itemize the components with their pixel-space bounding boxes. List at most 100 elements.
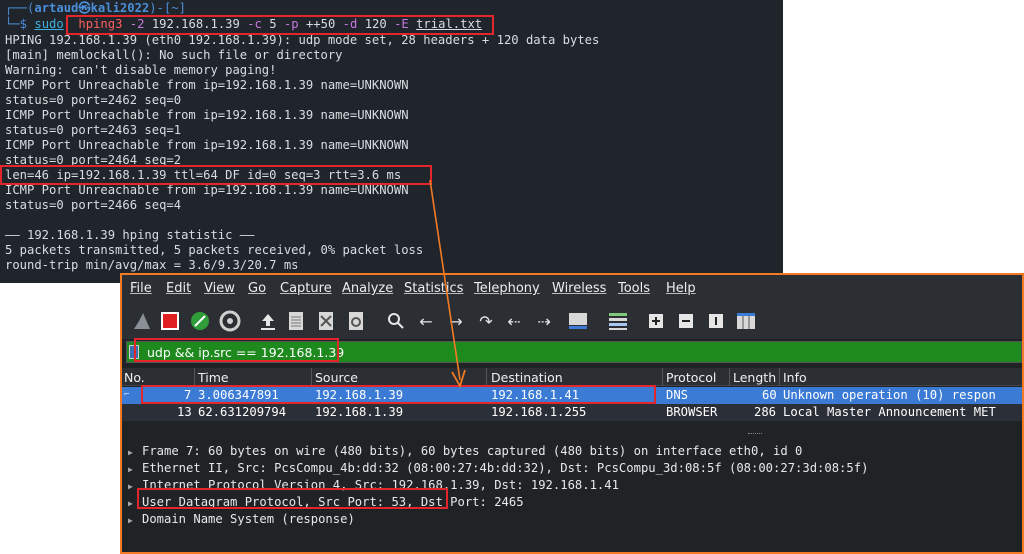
column-divider[interactable] <box>662 368 663 386</box>
wireshark-window[interactable]: File Edit View Go Capture Analyze Statis… <box>120 273 1024 554</box>
related-packet-indicator-icon: ⌐ <box>124 390 130 400</box>
expand-triangle-icon[interactable]: ▶ <box>128 496 136 512</box>
cmd-flag-data: -d <box>342 17 358 31</box>
detail-row-dns[interactable]: ▶ Domain Name System (response) <box>128 511 355 527</box>
menu-analyze[interactable]: Analyze <box>342 281 393 296</box>
bookmark-icon[interactable] <box>129 345 139 359</box>
column-divider[interactable] <box>486 368 487 386</box>
colorize-icon[interactable] <box>606 309 630 333</box>
output-line: HPING 192.168.1.39 (eth0 192.168.1.39): … <box>5 33 600 47</box>
pane-splitter[interactable] <box>122 425 1022 435</box>
menu-go[interactable]: Go <box>248 281 266 296</box>
packet-destination: 192.168.1.255 <box>491 405 587 419</box>
menu-statistics[interactable]: Statistics <box>404 281 463 296</box>
output-line-rtt: round-trip min/avg/max = 3.6/9.3/20.7 ms <box>5 258 299 272</box>
column-header-source[interactable]: Source <box>315 370 358 385</box>
detail-row-udp[interactable]: ▶ User Datagram Protocol, Src Port: 53, D… <box>128 494 524 510</box>
column-header-info[interactable]: Info <box>783 370 807 385</box>
column-divider[interactable] <box>779 368 780 386</box>
open-upload-icon[interactable] <box>256 309 280 333</box>
packet-source: 192.168.1.39 <box>315 405 404 419</box>
output-line: status=0 port=2466 seq=4 <box>5 198 182 212</box>
menu-bar: File Edit View Go Capture Analyze Statis… <box>122 275 1022 303</box>
display-filter-input[interactable]: udp && ip.src == 192.168.1.39 <box>147 345 344 360</box>
menu-file[interactable]: File <box>130 281 152 296</box>
packet-list-header: No. Time Source Destination Protocol Len… <box>122 368 1022 386</box>
cmd-file-name: trial.txt <box>416 17 483 31</box>
packet-row-selected[interactable]: ⌐ 7 3.006347891 192.168.1.39 192.168.1.4… <box>122 387 1022 404</box>
prompt-user: artaud㉿kali2022 <box>34 1 150 15</box>
output-line: ICMP Port Unreachable from ip=192.168.1.… <box>5 183 409 197</box>
output-line: status=0 port=2462 seq=0 <box>5 93 182 107</box>
reload-icon[interactable] <box>344 309 368 333</box>
menu-wireless[interactable]: Wireless <box>552 281 606 296</box>
packet-protocol: DNS <box>666 388 689 402</box>
close-file-icon[interactable] <box>314 309 338 333</box>
cmd-flag-count: -c <box>247 17 262 31</box>
output-line-reply: len=46 ip=192.168.1.39 ttl=64 DF id=0 se… <box>5 168 402 182</box>
cmd-data-value: 120 <box>364 17 387 31</box>
detail-row-ipv4[interactable]: ▶ Internet Protocol Version 4, Src: 192.1… <box>128 477 619 493</box>
forward-arrow-icon[interactable]: → <box>444 309 468 333</box>
autoscroll-icon[interactable] <box>566 309 590 333</box>
menu-help[interactable]: Help <box>666 281 696 296</box>
packet-time: 3.006347891 <box>198 388 279 402</box>
column-header-length[interactable]: Length <box>733 370 776 385</box>
shark-fin-start-icon[interactable] <box>130 309 154 333</box>
last-packet-icon[interactable]: ⇢ <box>532 309 556 333</box>
cmd-sudo: sudo <box>34 17 64 31</box>
expand-triangle-icon[interactable]: ▶ <box>128 462 136 478</box>
first-packet-icon[interactable]: ⇠ <box>502 309 526 333</box>
cmd-count-value: 5 <box>269 17 277 31</box>
file-icon[interactable] <box>284 309 308 333</box>
column-header-destination[interactable]: Destination <box>491 370 563 385</box>
resize-columns-icon[interactable] <box>734 309 758 333</box>
menu-capture[interactable]: Capture <box>280 281 332 296</box>
normal-size-icon[interactable] <box>704 309 728 333</box>
go-to-packet-icon[interactable]: ↷ <box>474 309 498 333</box>
output-line: status=0 port=2463 seq=1 <box>5 123 182 137</box>
packet-details-pane[interactable]: ▶ Frame 7: 60 bytes on wire (480 bits), 6… <box>122 438 1022 552</box>
display-filter-bar[interactable]: udp && ip.src == 192.168.1.39 <box>126 341 1022 363</box>
packet-time: 62.631209794 <box>198 405 287 419</box>
detail-text: Internet Protocol Version 4, Src: 192.16… <box>142 478 619 492</box>
detail-row-frame[interactable]: ▶ Frame 7: 60 bytes on wire (480 bits), 6… <box>128 443 802 459</box>
options-gear-icon[interactable] <box>218 309 242 333</box>
column-divider[interactable] <box>729 368 730 386</box>
output-line: Warning: can't disable memory paging! <box>5 63 277 77</box>
cmd-hping3: hping3 <box>78 17 123 31</box>
stop-icon[interactable] <box>158 309 182 333</box>
column-header-protocol[interactable]: Protocol <box>666 370 716 385</box>
output-line: ICMP Port Unreachable from ip=192.168.1.… <box>5 78 409 92</box>
zoom-out-icon[interactable] <box>674 309 698 333</box>
cmd-flag-port: -p <box>283 17 299 31</box>
packet-no: 7 <box>184 388 192 402</box>
expand-triangle-icon[interactable]: ▶ <box>128 445 136 461</box>
expand-triangle-icon[interactable]: ▶ <box>128 513 136 529</box>
prompt-bracket: ┌──( <box>5 1 35 15</box>
detail-text: User Datagram Protocol, Src Port: 53, Ds… <box>142 495 524 509</box>
column-header-no[interactable]: No. <box>124 370 145 385</box>
cmd-flag-file: -E <box>394 17 409 31</box>
zoom-in-icon[interactable] <box>644 309 668 333</box>
detail-text: Frame 7: 60 bytes on wire (480 bits), 60… <box>142 444 803 458</box>
column-header-time[interactable]: Time <box>198 370 229 385</box>
menu-view[interactable]: View <box>204 281 235 296</box>
menu-edit[interactable]: Edit <box>166 281 191 296</box>
column-divider[interactable] <box>311 368 312 386</box>
command-line[interactable]: └─$ sudo hping3 -2 192.168.1.39 -c 5 -p … <box>5 17 482 32</box>
search-icon[interactable] <box>384 309 408 333</box>
packet-row[interactable]: 13 62.631209794 192.168.1.39 192.168.1.2… <box>122 404 1022 421</box>
output-line: ICMP Port Unreachable from ip=192.168.1.… <box>5 108 409 122</box>
output-line-stats: 5 packets transmitted, 5 packets receive… <box>5 243 424 257</box>
restart-icon[interactable] <box>188 309 212 333</box>
splitter-handle[interactable] <box>748 433 762 435</box>
cmd-target-ip: 192.168.1.39 <box>151 17 240 31</box>
menu-telephony[interactable]: Telephony <box>474 281 540 296</box>
expand-triangle-icon[interactable]: ▶ <box>128 479 136 495</box>
back-arrow-icon[interactable]: ← <box>414 309 438 333</box>
detail-row-ethernet[interactable]: ▶ Ethernet II, Src: PcsCompu_4b:dd:32 (08… <box>128 460 868 476</box>
terminal-window[interactable]: ┌──(artaud㉿kali2022)-[~] └─$ sudo hping3… <box>0 0 783 283</box>
menu-tools[interactable]: Tools <box>618 281 650 296</box>
column-divider[interactable] <box>194 368 195 386</box>
